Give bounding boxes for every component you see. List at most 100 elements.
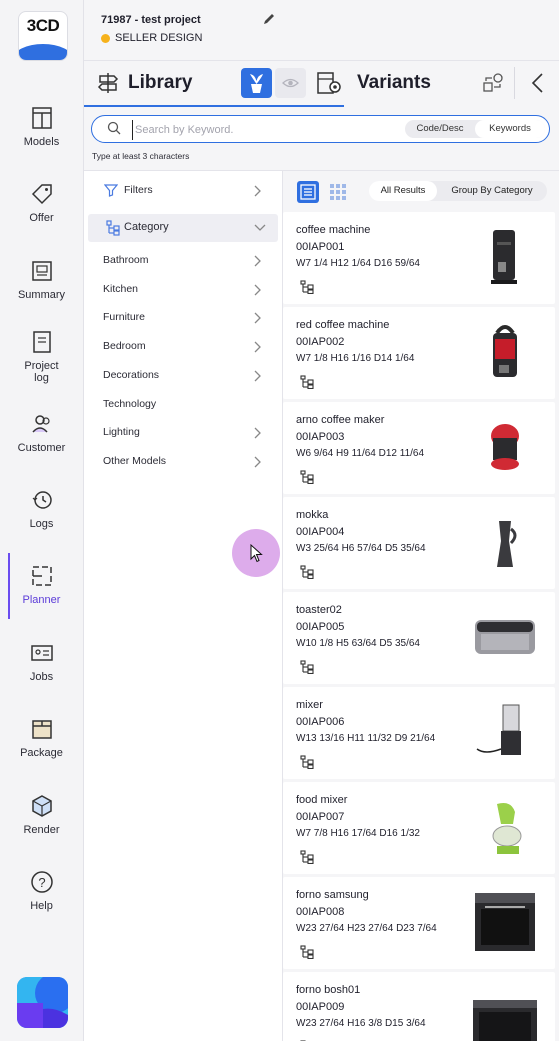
item-name: food mixer [296, 794, 348, 806]
hierarchy-tree-icon[interactable] [300, 280, 314, 294]
item-name: mixer [296, 699, 323, 711]
collapse-chevron-left-icon[interactable] [528, 72, 548, 94]
panel-tabs: Library Variants [84, 60, 559, 107]
category-item-bathroom[interactable]: Bathroom [84, 247, 282, 275]
hierarchy-tree-icon[interactable] [300, 850, 314, 864]
nav-item-render[interactable]: Render [0, 794, 83, 836]
summary-icon [31, 261, 52, 281]
result-card[interactable]: arno coffee maker 00IAP003 W6 9/64 H9 11… [283, 402, 555, 494]
item-dimensions: W7 7/8 H16 17/64 D16 1/32 [296, 828, 420, 839]
nav-item-package[interactable]: Package [0, 717, 83, 759]
app-logo[interactable]: 3CD [18, 11, 68, 61]
result-card[interactable]: coffee machine 00IAP001 W7 1/4 H12 1/64 … [283, 212, 555, 304]
product-thumbnail-mokka [497, 521, 517, 567]
category-item-label: Decorations [103, 369, 160, 381]
tab-variants[interactable]: Variants [314, 61, 484, 106]
result-card[interactable]: mixer 00IAP006 W13 13/16 H11 11/32 D9 21… [283, 687, 555, 779]
nav-item-planner[interactable]: Planner [0, 564, 83, 606]
tab-library[interactable]: Library [84, 61, 344, 107]
list-view-button[interactable] [297, 181, 319, 203]
nav-item-models[interactable]: Models [0, 106, 83, 148]
product-thumbnail-arno-coffee-maker [491, 424, 519, 470]
chevron-down-icon [254, 224, 266, 231]
category-item-lighting[interactable]: Lighting [84, 419, 282, 447]
result-card[interactable]: red coffee machine 00IAP002 W7 1/8 H16 1… [283, 307, 555, 399]
plant-toggle-button[interactable] [241, 68, 272, 98]
all-results-option[interactable]: All Results [369, 181, 437, 201]
nav-item-customer[interactable]: Customer [0, 412, 83, 454]
item-dimensions: W6 9/64 H9 11/64 D12 11/64 [296, 448, 425, 459]
item-code: 00IAP005 [296, 621, 345, 633]
category-item-technology[interactable]: Technology [84, 391, 282, 419]
project-log-icon [32, 331, 51, 353]
grid-view-icon[interactable] [329, 183, 347, 201]
item-code: 00IAP007 [296, 811, 345, 823]
hierarchy-tree-icon[interactable] [300, 660, 314, 674]
group-by-category-option[interactable]: Group By Category [437, 181, 547, 201]
project-title: 71987 - test project [101, 14, 201, 26]
edit-pencil-icon[interactable] [262, 12, 276, 26]
item-dimensions: W7 1/8 H16 1/16 D14 1/64 [296, 353, 415, 364]
item-name: mokka [296, 509, 329, 521]
customer-icon [31, 415, 50, 433]
nav-item-offer[interactable]: Offer [0, 182, 83, 224]
search-mode-keywords[interactable]: Keywords [475, 120, 545, 138]
result-card[interactable]: forno bosh01 00IAP009 W23 27/64 H16 3/8 … [283, 972, 555, 1041]
item-name: toaster02 [296, 604, 342, 616]
results-list: coffee machine 00IAP001 W7 1/4 H12 1/64 … [283, 212, 559, 1041]
group-mode-toggle: All Results Group By Category [369, 181, 547, 201]
item-code: 00IAP004 [296, 526, 345, 538]
hierarchy-tree-icon[interactable] [300, 755, 314, 769]
nav-item-help[interactable]: ? Help [0, 870, 83, 912]
search-mode-code-desc[interactable]: Code/Desc [405, 120, 475, 138]
result-card[interactable]: mokka 00IAP004 W3 25/64 H6 57/64 D5 35/6… [283, 497, 555, 589]
category-item-bedroom[interactable]: Bedroom [84, 333, 282, 361]
search-input[interactable] [132, 120, 387, 140]
chevron-right-icon [254, 284, 261, 296]
models-icon [31, 107, 52, 129]
nav-label: Logs [29, 518, 54, 530]
search-bar: Code/Desc Keywords [91, 115, 550, 143]
nav-item-project-log[interactable]: Project log [0, 330, 83, 384]
result-card[interactable]: forno samsung 00IAP008 W23 27/64 H23 27/… [283, 877, 555, 969]
filter-funnel-icon [104, 184, 118, 197]
nav-label: Help [30, 900, 53, 912]
swap-icon[interactable] [481, 71, 505, 95]
result-card[interactable]: toaster02 00IAP005 W10 1/8 H5 63/64 D5 3… [283, 592, 555, 684]
hierarchy-tree-icon[interactable] [300, 945, 314, 959]
nav-label: Offer [29, 212, 54, 224]
item-name: forno bosh01 [296, 984, 361, 996]
category-item-decorations[interactable]: Decorations [84, 362, 282, 390]
nav-item-logs[interactable]: Logs [0, 488, 83, 530]
hierarchy-tree-icon[interactable] [300, 375, 314, 389]
product-thumbnail-toaster [475, 620, 535, 654]
hierarchy-tree-icon[interactable] [300, 470, 314, 484]
result-card[interactable]: food mixer 00IAP007 W7 7/8 H16 17/64 D16… [283, 782, 555, 874]
chevron-right-icon [254, 370, 261, 382]
variants-icon [317, 72, 341, 94]
category-item-kitchen[interactable]: Kitchen [84, 276, 282, 304]
filters-row[interactable]: Filters [84, 177, 282, 205]
category-item-other-models[interactable]: Other Models [84, 448, 282, 476]
category-tree-icon [106, 220, 120, 236]
item-dimensions: W13 13/16 H11 11/32 D9 21/64 [296, 733, 436, 744]
chevron-right-icon [254, 341, 261, 353]
visibility-toggle-button[interactable] [275, 68, 306, 98]
item-code: 00IAP003 [296, 431, 345, 443]
brand-logo[interactable] [17, 977, 68, 1028]
search-hint: Type at least 3 characters [92, 151, 190, 161]
product-thumbnail-oven [475, 893, 535, 951]
hierarchy-tree-icon[interactable] [300, 565, 314, 579]
item-dimensions: W23 27/64 H16 3/8 D15 3/64 [296, 1018, 426, 1029]
category-label: Category [124, 221, 169, 233]
item-code: 00IAP008 [296, 906, 345, 918]
render-cube-icon [31, 795, 52, 817]
category-item-furniture[interactable]: Furniture [84, 304, 282, 332]
nav-label: Models [23, 136, 60, 148]
chevron-right-icon [254, 255, 261, 267]
nav-item-jobs[interactable]: Jobs [0, 641, 83, 683]
category-row[interactable]: Category [88, 214, 278, 242]
chevron-right-icon [254, 456, 261, 468]
nav-item-summary[interactable]: Summary [0, 259, 83, 301]
search-mode-toggle: Code/Desc Keywords [405, 120, 545, 138]
